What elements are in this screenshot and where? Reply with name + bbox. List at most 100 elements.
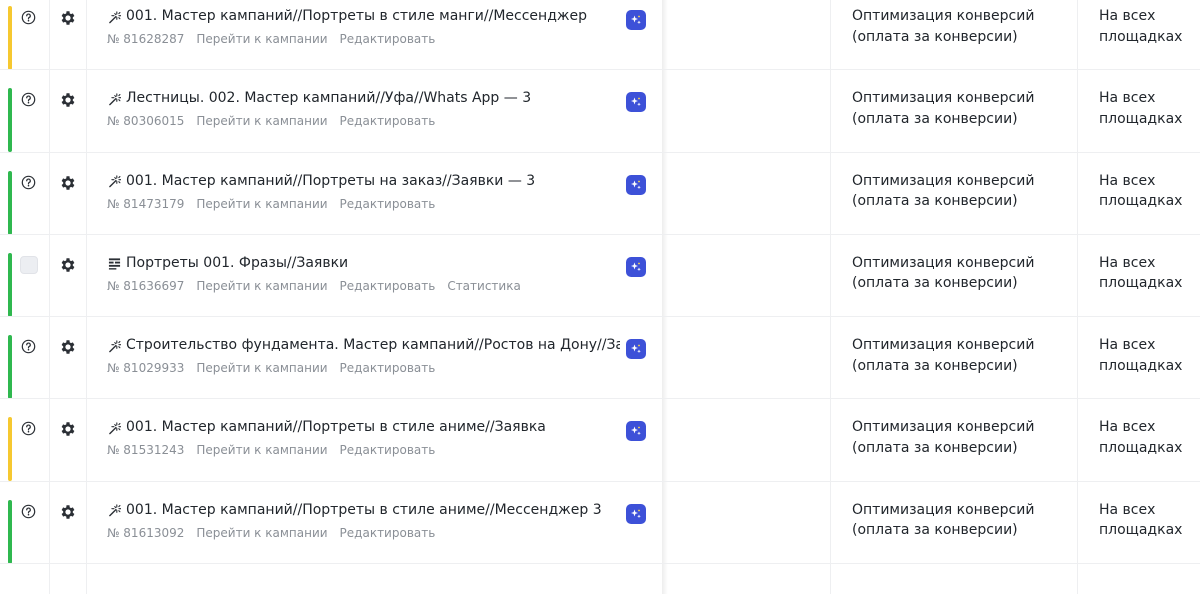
- strategy-cell: Оптимизация конверсий (оплата за конверс…: [852, 335, 1072, 376]
- campaign-name[interactable]: 001. Мастер кампаний//Портреты на заказ/…: [126, 171, 620, 191]
- campaign-link[interactable]: Редактировать: [340, 30, 436, 48]
- magic-wand-icon: [107, 421, 121, 435]
- placement-line: На всех: [1099, 8, 1156, 24]
- campaign-link[interactable]: Перейти к кампании: [196, 524, 327, 542]
- placement-line: площадках: [1099, 522, 1183, 539]
- placement-cell: На всех площадках: [1099, 500, 1199, 541]
- campaign-meta: № 81531243 Перейти к кампании Редактирова…: [107, 441, 435, 459]
- magic-wand-icon: [107, 175, 121, 189]
- strategy-cell: Оптимизация конверсий (оплата за конверс…: [852, 6, 1072, 47]
- sparkle-icon[interactable]: [626, 92, 646, 113]
- campaign-link[interactable]: Редактировать: [340, 112, 436, 130]
- campaign-name[interactable]: Строительство фундамента. Мастер кампани…: [126, 335, 620, 355]
- placement-line: площадках: [1099, 110, 1183, 127]
- strategy-cell: Оптимизация конверсий (оплата за конверс…: [852, 253, 1072, 294]
- campaign-link[interactable]: Статистика: [447, 277, 521, 295]
- status-indicator: [8, 252, 12, 317]
- campaign-link[interactable]: Перейти к кампании: [196, 359, 327, 377]
- strategy-line: Оптимизация конверсий: [852, 172, 1035, 189]
- gear-icon[interactable]: [59, 338, 77, 356]
- gear-icon[interactable]: [59, 91, 77, 109]
- status-indicator: [8, 6, 12, 70]
- campaign-link[interactable]: Перейти к кампании: [196, 441, 327, 459]
- campaign-row-3: 001. Мастер кампаний//Портреты на заказ/…: [0, 153, 1200, 236]
- question-circle-icon[interactable]: [21, 92, 36, 107]
- placement-cell: На всех площадках: [1099, 335, 1199, 376]
- campaign-row-4: Портреты 001. Фразы//Заявки № 81636697 П…: [0, 235, 1200, 318]
- placement-line: На всех: [1099, 254, 1156, 271]
- strategy-line: Оптимизация конверсий: [852, 419, 1035, 436]
- campaign-meta: № 80306015 Перейти к кампании Редактирова…: [107, 112, 435, 130]
- campaign-rows: 001. Мастер кампаний//Портреты в стиле м…: [0, 0, 1200, 565]
- gear-icon[interactable]: [59, 9, 77, 27]
- campaign-link[interactable]: Редактировать: [340, 441, 436, 459]
- row-checkbox[interactable]: [20, 255, 38, 274]
- strategy-line: (оплата за конверсии): [852, 275, 1018, 292]
- text-lines-icon: [107, 257, 121, 271]
- sparkle-icon[interactable]: [626, 339, 646, 360]
- sparkle-icon[interactable]: [626, 421, 646, 442]
- campaign-name[interactable]: 001. Мастер кампаний//Портреты в стиле а…: [126, 500, 620, 520]
- gear-icon[interactable]: [59, 174, 77, 192]
- campaign-link[interactable]: Редактировать: [340, 359, 436, 377]
- campaign-name[interactable]: 001. Мастер кампаний//Портреты в стиле м…: [126, 6, 620, 26]
- campaign-link[interactable]: Редактировать: [340, 524, 436, 542]
- placement-cell: На всех площадках: [1099, 171, 1199, 212]
- question-circle-icon[interactable]: [21, 10, 36, 25]
- sparkle-icon[interactable]: [626, 256, 646, 277]
- campaign-meta: № 81628287 Перейти к кампании Редактирова…: [107, 30, 435, 48]
- question-circle-icon[interactable]: [21, 339, 36, 354]
- question-circle-icon[interactable]: [21, 504, 36, 519]
- strategy-line: Оптимизация конверсий: [852, 8, 1035, 24]
- strategy-line: Оптимизация конверсий: [852, 254, 1035, 271]
- campaign-name[interactable]: Лестницы. 002. Мастер кампаний//Уфа//Wha…: [126, 88, 620, 108]
- campaign-link[interactable]: Перейти к кампании: [196, 112, 327, 130]
- campaign-link[interactable]: Редактировать: [340, 277, 436, 295]
- placement-line: На всех: [1099, 501, 1156, 518]
- campaign-meta: № 81613092 Перейти к кампании Редактирова…: [107, 524, 435, 542]
- campaign-link[interactable]: Перейти к кампании: [196, 30, 327, 48]
- gear-icon[interactable]: [59, 420, 77, 438]
- status-indicator: [8, 170, 12, 235]
- strategy-line: Оптимизация конверсий: [852, 90, 1035, 107]
- magic-wand-icon: [107, 504, 121, 518]
- gear-icon[interactable]: [59, 503, 77, 521]
- placement-line: площадках: [1099, 275, 1183, 292]
- gear-icon[interactable]: [59, 256, 77, 274]
- placement-line: На всех: [1099, 172, 1156, 189]
- magic-wand-icon: [107, 339, 121, 353]
- campaign-meta: № 81636697 Перейти к кампании Редактирова…: [107, 277, 521, 295]
- campaign-number: № 81613092: [107, 525, 185, 540]
- sparkle-icon[interactable]: [626, 174, 646, 195]
- status-indicator: [8, 499, 12, 564]
- campaign-link[interactable]: Перейти к кампании: [196, 195, 327, 213]
- question-circle-icon[interactable]: [21, 421, 36, 436]
- campaign-row-5: Строительство фундамента. Мастер кампани…: [0, 317, 1200, 400]
- campaign-link[interactable]: Редактировать: [340, 195, 436, 213]
- magic-wand-icon: [107, 10, 121, 24]
- placement-line: На всех: [1099, 419, 1156, 436]
- placement-line: площадках: [1099, 357, 1183, 374]
- campaign-number: № 81636697: [107, 278, 185, 293]
- campaign-name[interactable]: 001. Мастер кампаний//Портреты в стиле а…: [126, 417, 620, 437]
- strategy-line: (оплата за конверсии): [852, 193, 1018, 210]
- question-circle-icon[interactable]: [21, 175, 36, 190]
- strategy-line: Оптимизация конверсий: [852, 501, 1035, 518]
- sparkle-icon[interactable]: [626, 10, 646, 30]
- campaign-row-7: 001. Мастер кампаний//Портреты в стиле а…: [0, 482, 1200, 565]
- campaign-number: № 81473179: [107, 196, 185, 211]
- status-indicator: [8, 335, 12, 400]
- magic-wand-icon: [107, 92, 121, 106]
- strategy-cell: Оптимизация конверсий (оплата за конверс…: [852, 417, 1072, 458]
- campaign-number: № 81029933: [107, 361, 185, 376]
- placement-line: На всех: [1099, 90, 1156, 107]
- campaign-meta: № 81029933 Перейти к кампании Редактирова…: [107, 359, 435, 377]
- sparkle-icon[interactable]: [626, 503, 646, 524]
- status-indicator: [8, 88, 12, 153]
- campaign-link[interactable]: Перейти к кампании: [196, 277, 327, 295]
- placement-cell: На всех площадках: [1099, 6, 1199, 47]
- placement-line: На всех: [1099, 337, 1156, 354]
- campaign-row-2: Лестницы. 002. Мастер кампаний//Уфа//Wha…: [0, 70, 1200, 153]
- campaign-number: № 81628287: [107, 32, 185, 46]
- campaign-name[interactable]: Портреты 001. Фразы//Заявки: [126, 253, 620, 273]
